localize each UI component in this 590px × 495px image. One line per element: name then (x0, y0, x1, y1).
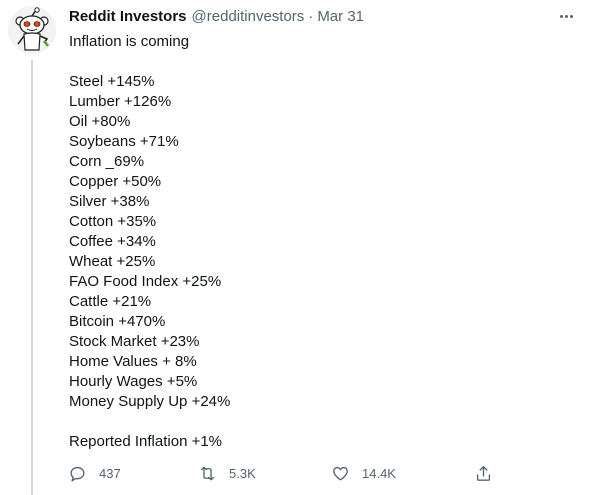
author-name[interactable]: Reddit Investors (69, 8, 187, 25)
tweet-date[interactable]: Mar 31 (317, 8, 364, 25)
more-options-icon (559, 14, 563, 18)
share-icon (476, 465, 491, 481)
tweet-line: Coffee +34% (69, 233, 156, 250)
separator-dot: · (308, 8, 314, 25)
reply-icon (70, 466, 85, 481)
retweet-button[interactable]: 5.3K (198, 462, 256, 484)
tweet-line: Steel +145% (69, 73, 155, 90)
tweet-line: FAO Food Index +25% (69, 273, 222, 290)
like-button[interactable]: 14.4K (331, 462, 396, 484)
tweet-line: Copper +50% (69, 173, 162, 190)
tweet-line: Hourly Wages +5% (69, 373, 198, 390)
like-count: 14.4K (362, 465, 396, 481)
tweet-line: Home Values + 8% (69, 353, 197, 370)
reply-button[interactable]: 437 (68, 462, 121, 484)
tweet-line: Lumber +126% (69, 93, 172, 110)
heart-icon (333, 466, 348, 481)
more-options-button[interactable] (556, 6, 576, 26)
tweet-line: Cotton +35% (69, 213, 157, 230)
tweet-line: Soybeans +71% (69, 133, 179, 150)
retweet-icon (200, 465, 215, 481)
share-button[interactable] (474, 462, 493, 484)
tweet-actions: 437 5.3K 14.4K (66, 462, 496, 484)
tweet-line: Money Supply Up +24% (69, 393, 231, 410)
retweet-count: 5.3K (229, 465, 256, 481)
tweet-text: Inflation is coming Steel +145% Lumber +… (69, 32, 549, 452)
avatar[interactable] (8, 6, 56, 54)
tweet-line: Stock Market +23% (69, 333, 200, 350)
tweet-line: Reported Inflation +1% (69, 433, 223, 450)
tweet-line: Corn _69% (69, 153, 145, 170)
tweet-line: Inflation is coming (69, 33, 190, 50)
tweet-line: Bitcoin +470% (69, 313, 166, 330)
tweet-line: Silver +38% (69, 193, 150, 210)
author-handle[interactable]: @redditinvestors (192, 8, 305, 25)
reply-count: 437 (99, 465, 121, 481)
tweet-line: Oil +80% (69, 113, 131, 130)
reddit-alien-avatar-icon (8, 6, 56, 54)
thread-line (31, 60, 33, 495)
tweet[interactable]: Reddit Investors @redditinvestors · Mar … (0, 0, 590, 495)
tweet-line: Cattle +21% (69, 293, 152, 310)
tweet-header: Reddit Investors @redditinvestors · Mar … (69, 8, 364, 28)
tweet-line: Wheat +25% (69, 253, 156, 270)
